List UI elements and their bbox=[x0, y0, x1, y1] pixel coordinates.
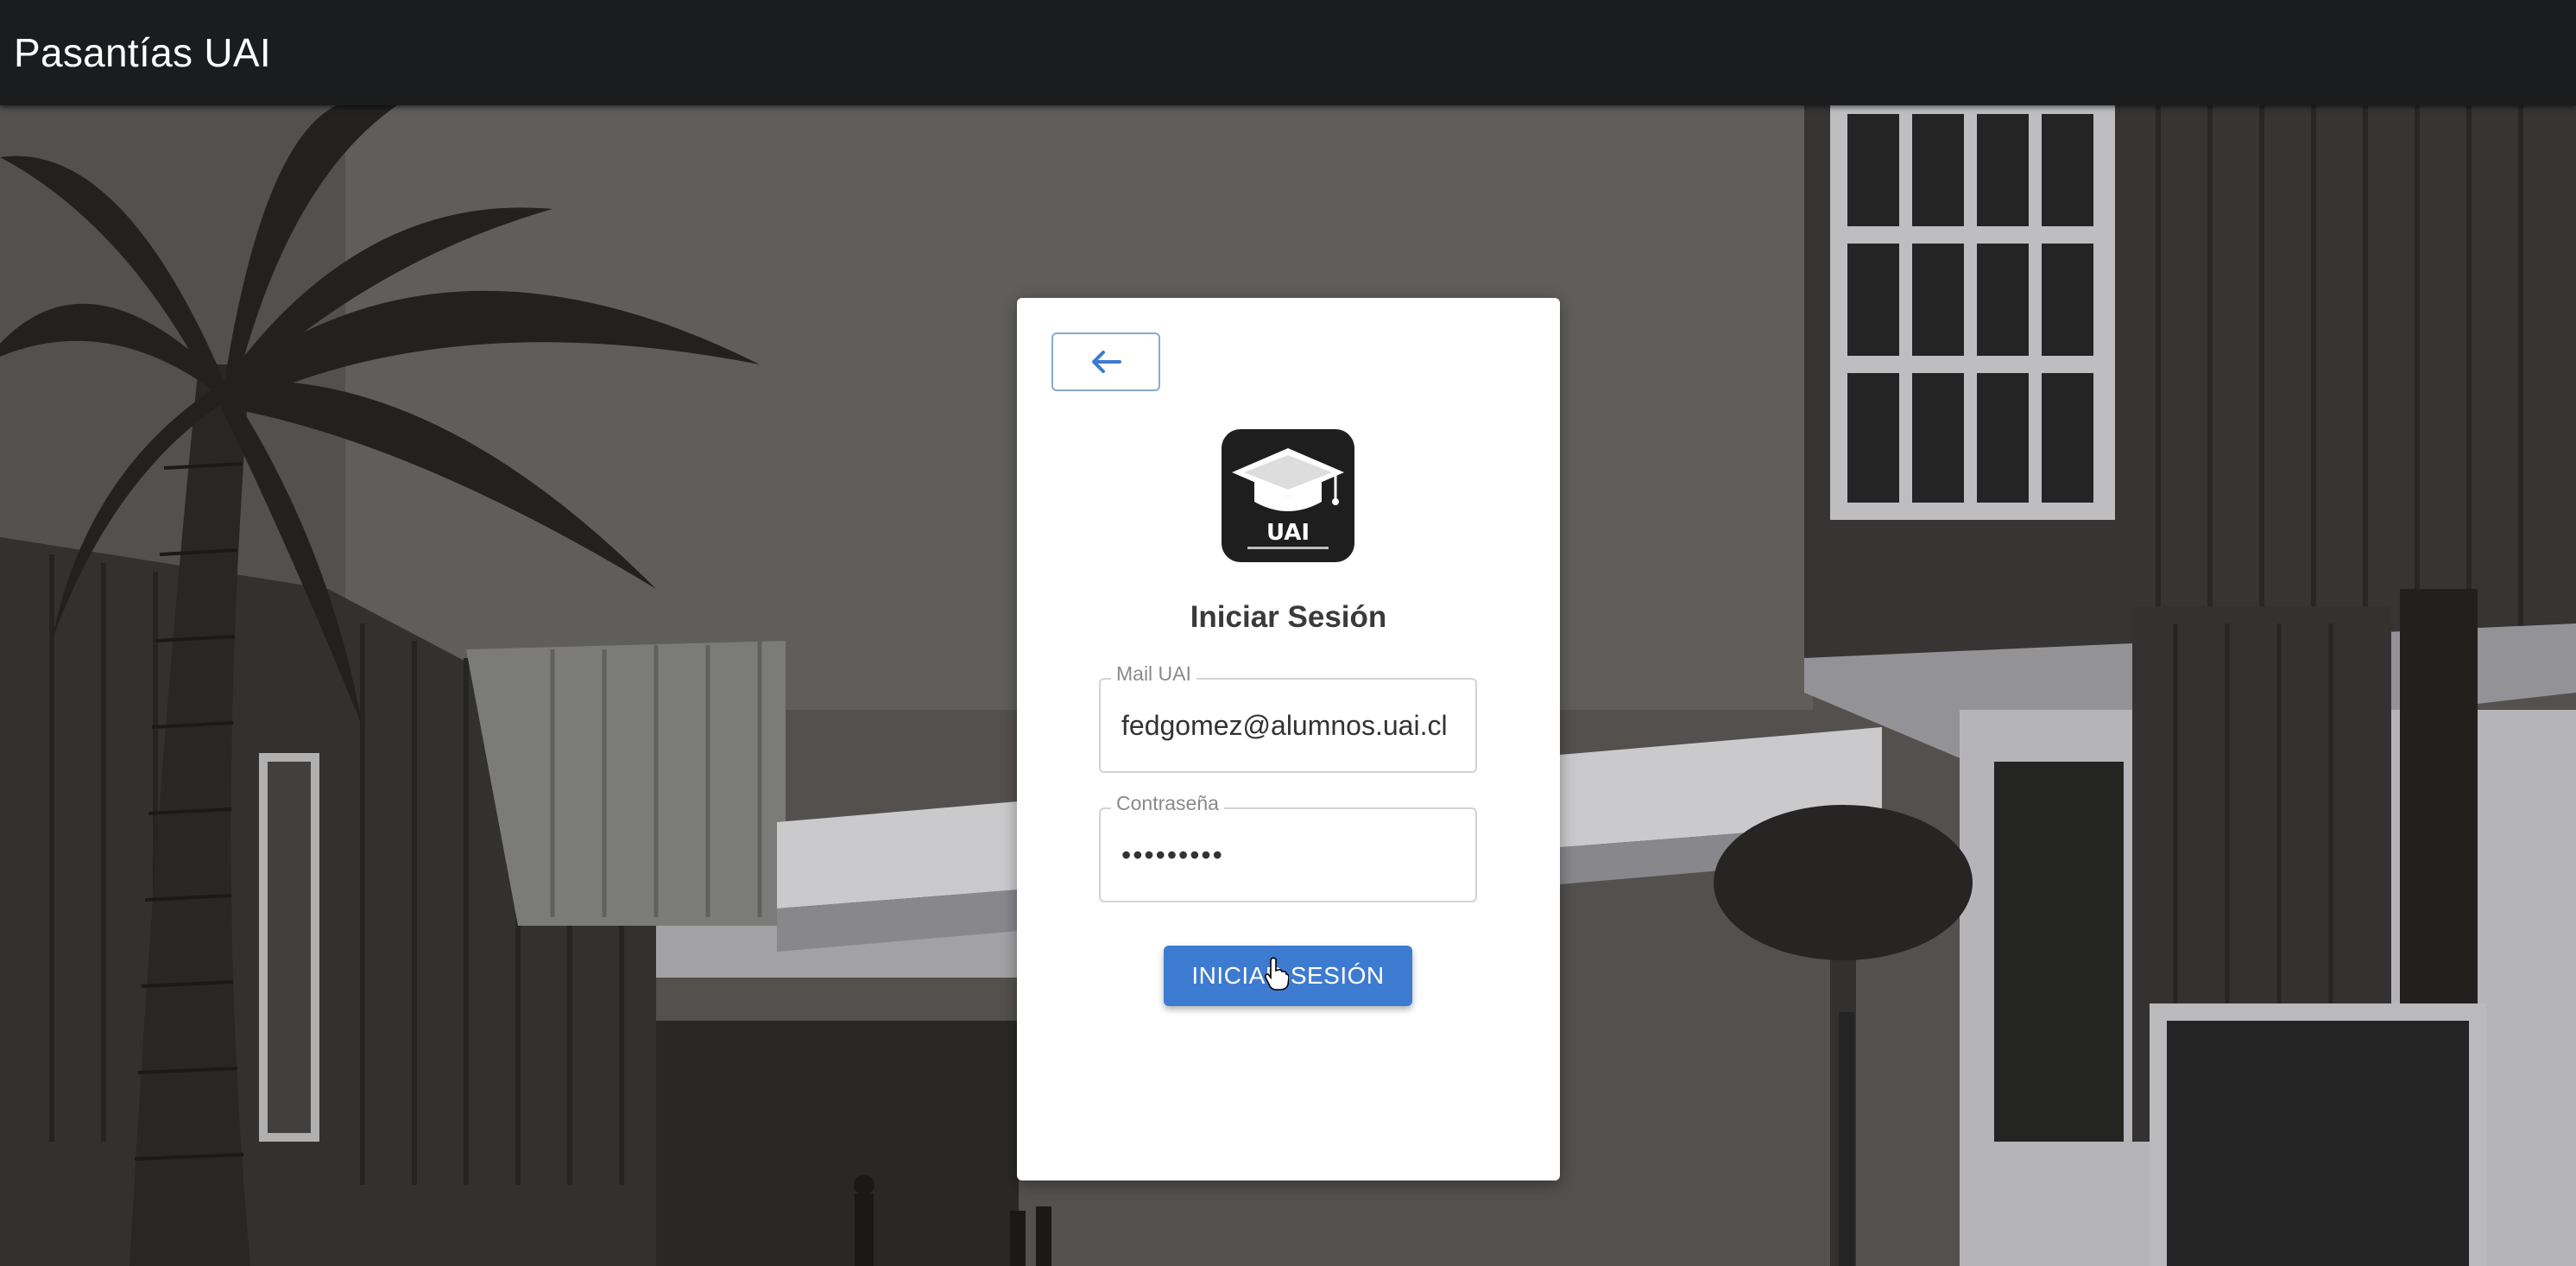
email-field[interactable]: Mail UAI bbox=[1099, 662, 1477, 773]
login-card: UAI Iniciar Sesión Mail UAI Contraseña I… bbox=[1017, 298, 1560, 1181]
login-title: Iniciar Sesión bbox=[1190, 600, 1387, 634]
logo-text: UAI bbox=[1266, 520, 1310, 546]
password-field[interactable]: Contraseña bbox=[1099, 792, 1477, 902]
uai-logo: UAI bbox=[1222, 429, 1354, 562]
back-button[interactable] bbox=[1051, 332, 1160, 391]
graduation-cap-icon: UAI bbox=[1232, 448, 1344, 549]
app-title: Pasantías UAI bbox=[14, 30, 271, 75]
app-bar: Pasantías UAI bbox=[0, 0, 2576, 105]
password-input[interactable] bbox=[1121, 809, 1467, 901]
arrow-left-icon bbox=[1092, 351, 1121, 373]
email-input[interactable] bbox=[1121, 680, 1467, 771]
hand-cursor-icon bbox=[1265, 957, 1289, 991]
